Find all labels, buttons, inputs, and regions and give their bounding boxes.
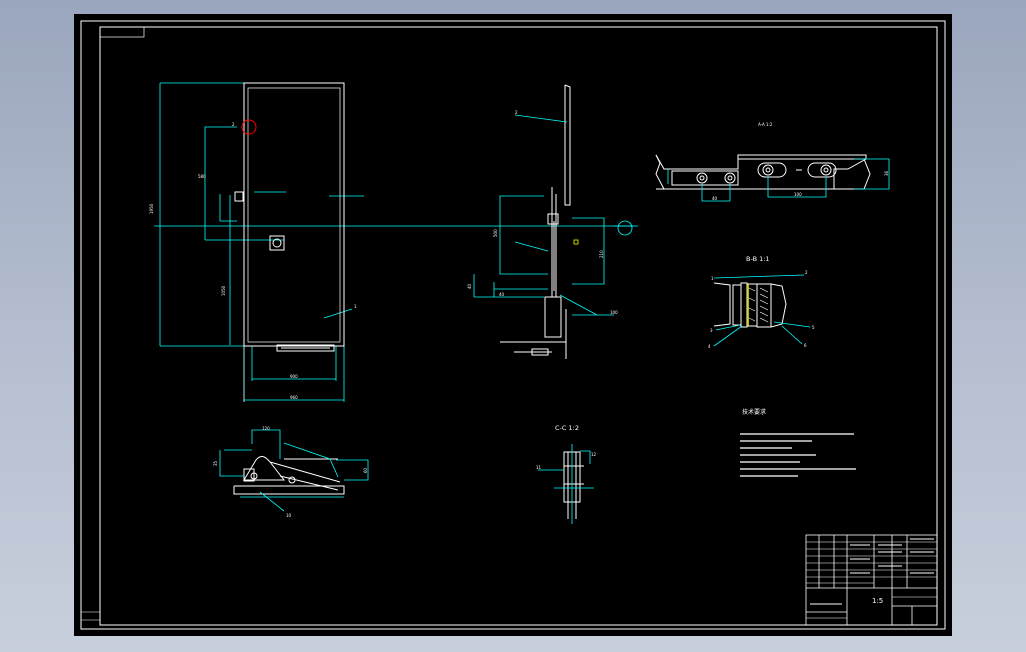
drawing-sheet: 580 1950 1050 900 960 1 2 2 500 210 40 4… [80, 20, 946, 630]
svg-text:40: 40 [467, 283, 472, 289]
title-block-scale: 1:5 [872, 597, 883, 605]
svg-text:3: 3 [710, 328, 713, 333]
svg-text:100: 100 [610, 310, 618, 315]
hinge-detail-view[interactable]: 120 35 60 10 [213, 426, 369, 518]
tech-requirements-heading: 技术要求 [742, 408, 766, 416]
svg-text:2: 2 [805, 270, 808, 275]
svg-text:1950: 1950 [149, 203, 154, 214]
svg-text:1: 1 [354, 304, 357, 309]
svg-text:4: 4 [708, 344, 711, 349]
section-bb-label: B-B 1:1 [746, 255, 770, 263]
svg-text:5: 5 [812, 325, 815, 330]
top-section-view[interactable]: A-A 1:2 40 100 36 [655, 122, 890, 202]
cad-drawing-canvas[interactable]: 580 1950 1050 900 960 1 2 2 500 210 40 4… [74, 14, 952, 636]
section-cc-label: C-C 1:2 [555, 424, 579, 432]
svg-text:12: 12 [591, 452, 597, 457]
svg-text:11: 11 [536, 465, 542, 470]
svg-text:500: 500 [493, 229, 498, 237]
svg-text:10: 10 [286, 513, 292, 518]
svg-text:210: 210 [599, 250, 604, 258]
svg-text:36: 36 [884, 170, 889, 176]
svg-text:580: 580 [198, 174, 206, 179]
svg-text:60: 60 [363, 467, 368, 473]
title-block[interactable]: 1:5 [805, 534, 938, 626]
section-bb-view[interactable]: B-B 1:1 1 2 3 4 5 6 [708, 255, 815, 349]
svg-text:2: 2 [232, 122, 235, 127]
technical-requirements: 技术要求 [740, 408, 856, 477]
svg-text:960: 960 [290, 395, 298, 400]
svg-text:6: 6 [804, 343, 807, 348]
svg-text:900: 900 [290, 374, 298, 379]
section-cc-view[interactable]: C-C 1:2 11 12 [536, 424, 597, 524]
svg-text:120: 120 [262, 426, 270, 431]
drawing-frame [80, 20, 946, 630]
svg-text:40: 40 [499, 292, 505, 297]
svg-text:A-A 1:2: A-A 1:2 [758, 122, 773, 127]
svg-text:2: 2 [515, 110, 518, 115]
door-side-view[interactable]: 2 500 210 40 40 100 [467, 84, 638, 359]
svg-text:100: 100 [794, 192, 802, 197]
svg-text:40: 40 [712, 196, 718, 201]
svg-text:1050: 1050 [221, 285, 226, 296]
svg-text:35: 35 [213, 460, 218, 466]
svg-text:1: 1 [711, 276, 714, 281]
door-front-view[interactable]: 580 1950 1050 900 960 1 2 [149, 82, 634, 402]
